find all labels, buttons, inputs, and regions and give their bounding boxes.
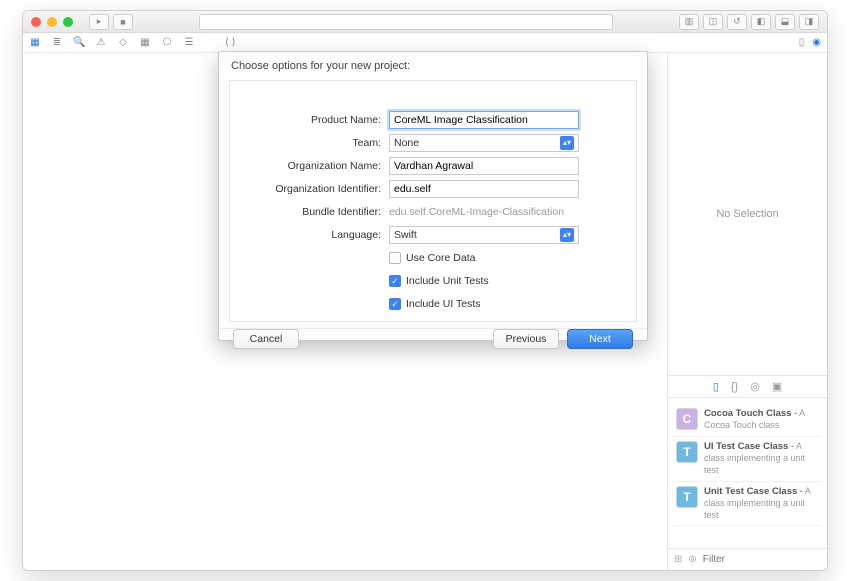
sheet-footer: Cancel Previous Next xyxy=(219,328,647,349)
report-icon[interactable]: ☰ xyxy=(183,37,195,48)
team-select[interactable]: None ▴▾ xyxy=(389,134,579,152)
list-item[interactable]: C Cocoa Touch Class - A Cocoa Touch clas… xyxy=(674,404,821,437)
editor-assistant-icon[interactable]: ◫ xyxy=(703,14,723,30)
search-icon[interactable]: 🔍 xyxy=(73,37,85,48)
code-snippet-icon[interactable]: {} xyxy=(731,381,738,393)
minimize-icon[interactable] xyxy=(47,17,57,27)
toolbar: ▦ ≣ 🔍 ⚠ ◇ ▦ ⎔ ☰ ⟨ ⟩ ▯ ◉ xyxy=(23,33,827,53)
test-icon[interactable]: ◇ xyxy=(117,37,129,48)
navigator-tabs: ▦ ≣ 🔍 ⚠ ◇ ▦ ⎔ ☰ xyxy=(29,37,195,48)
product-name-label: Product Name: xyxy=(246,114,381,126)
coredata-checkbox[interactable] xyxy=(389,252,401,264)
close-icon[interactable] xyxy=(31,17,41,27)
debug-icon[interactable]: ▦ xyxy=(139,37,151,48)
xcode-window: ▸ ■ ▥ ◫ ↺ ◧ ⬓ ◨ ▦ ≣ 🔍 ⚠ ◇ ▦ ⎔ ☰ ⟨ ⟩ ▯ ◉ xyxy=(22,10,828,571)
grid-icon[interactable]: ⊞ xyxy=(674,554,682,565)
unit-tests-label: Include Unit Tests xyxy=(406,275,489,287)
traffic-lights xyxy=(31,17,73,27)
sheet-title: Choose options for your new project: xyxy=(219,52,647,76)
ui-tests-label: Include UI Tests xyxy=(406,298,481,310)
object-library-icon[interactable]: ◎ xyxy=(750,380,760,393)
list-item-title: Cocoa Touch Class xyxy=(704,408,791,419)
next-button[interactable]: Next xyxy=(567,329,633,349)
org-id-input[interactable] xyxy=(389,180,579,198)
run-button[interactable]: ▸ xyxy=(89,14,109,30)
bundle-id-value: edu.self.CoreML-Image-Classification xyxy=(389,206,564,218)
jump-bar[interactable]: ⟨ ⟩ xyxy=(225,37,236,48)
inspector-empty: No Selection xyxy=(668,53,827,376)
new-project-sheet: Choose options for your new project: Pro… xyxy=(218,51,648,341)
symbol-icon[interactable]: ≣ xyxy=(51,37,63,48)
test-class-icon: T xyxy=(676,486,698,508)
run-controls: ▸ ■ xyxy=(89,14,133,30)
filter-icon: ⊚ xyxy=(688,554,696,565)
list-item-title: UI Test Case Class xyxy=(704,441,788,452)
no-selection-label: No Selection xyxy=(716,208,778,220)
activity-view xyxy=(199,14,613,30)
editor-version-icon[interactable]: ↺ xyxy=(727,14,747,30)
library-filter: ⊞ ⊚ xyxy=(668,548,827,570)
panel-right-icon[interactable]: ◨ xyxy=(799,14,819,30)
warning-icon[interactable]: ⚠ xyxy=(95,37,107,48)
sheet-body: Product Name: Team: None ▴▾ Organization… xyxy=(229,80,637,322)
class-icon: C xyxy=(676,408,698,430)
file-template-icon[interactable]: ▯ xyxy=(713,380,719,393)
previous-button[interactable]: Previous xyxy=(493,329,559,349)
chevron-updown-icon: ▴▾ xyxy=(560,228,574,242)
list-item[interactable]: T Unit Test Case Class - A class impleme… xyxy=(674,482,821,527)
cancel-button[interactable]: Cancel xyxy=(233,329,299,349)
list-item[interactable]: T UI Test Case Class - A class implement… xyxy=(674,437,821,482)
titlebar: ▸ ■ ▥ ◫ ↺ ◧ ⬓ ◨ xyxy=(23,11,827,33)
list-item-title: Unit Test Case Class xyxy=(704,486,797,497)
unit-tests-checkbox[interactable]: ✓ xyxy=(389,275,401,287)
coredata-label: Use Core Data xyxy=(406,252,475,264)
breakpoint-icon[interactable]: ⎔ xyxy=(161,37,173,48)
library-tabs: ▯ {} ◎ ▣ xyxy=(668,376,827,398)
editor-standard-icon[interactable]: ▥ xyxy=(679,14,699,30)
ui-tests-checkbox[interactable]: ✓ xyxy=(389,298,401,310)
file-inspector-icon[interactable]: ▯ xyxy=(799,37,805,48)
language-value: Swift xyxy=(394,229,417,241)
chevron-updown-icon: ▴▾ xyxy=(560,136,574,150)
org-name-input[interactable] xyxy=(389,157,579,175)
bundle-id-label: Bundle Identifier: xyxy=(246,206,381,218)
filter-input[interactable] xyxy=(703,554,828,565)
product-name-input[interactable] xyxy=(389,111,579,129)
titlebar-right: ▥ ◫ ↺ ◧ ⬓ ◨ xyxy=(679,14,819,30)
inspector-panel: No Selection ▯ {} ◎ ▣ C Cocoa Touch Clas… xyxy=(667,53,827,570)
panel-left-icon[interactable]: ◧ xyxy=(751,14,771,30)
media-library-icon[interactable]: ▣ xyxy=(772,380,782,393)
panel-bottom-icon[interactable]: ⬓ xyxy=(775,14,795,30)
folder-icon[interactable]: ▦ xyxy=(29,37,41,48)
library-list: C Cocoa Touch Class - A Cocoa Touch clas… xyxy=(668,398,827,548)
org-id-label: Organization Identifier: xyxy=(246,183,381,195)
test-class-icon: T xyxy=(676,441,698,463)
stop-button[interactable]: ■ xyxy=(113,14,133,30)
team-value: None xyxy=(394,137,419,149)
language-select[interactable]: Swift ▴▾ xyxy=(389,226,579,244)
team-label: Team: xyxy=(246,137,381,149)
quick-help-icon[interactable]: ◉ xyxy=(812,37,821,48)
language-label: Language: xyxy=(246,229,381,241)
inspector-tabs: ▯ ◉ xyxy=(799,37,821,48)
org-name-label: Organization Name: xyxy=(246,160,381,172)
navigator-panel xyxy=(23,53,173,570)
zoom-icon[interactable] xyxy=(63,17,73,27)
